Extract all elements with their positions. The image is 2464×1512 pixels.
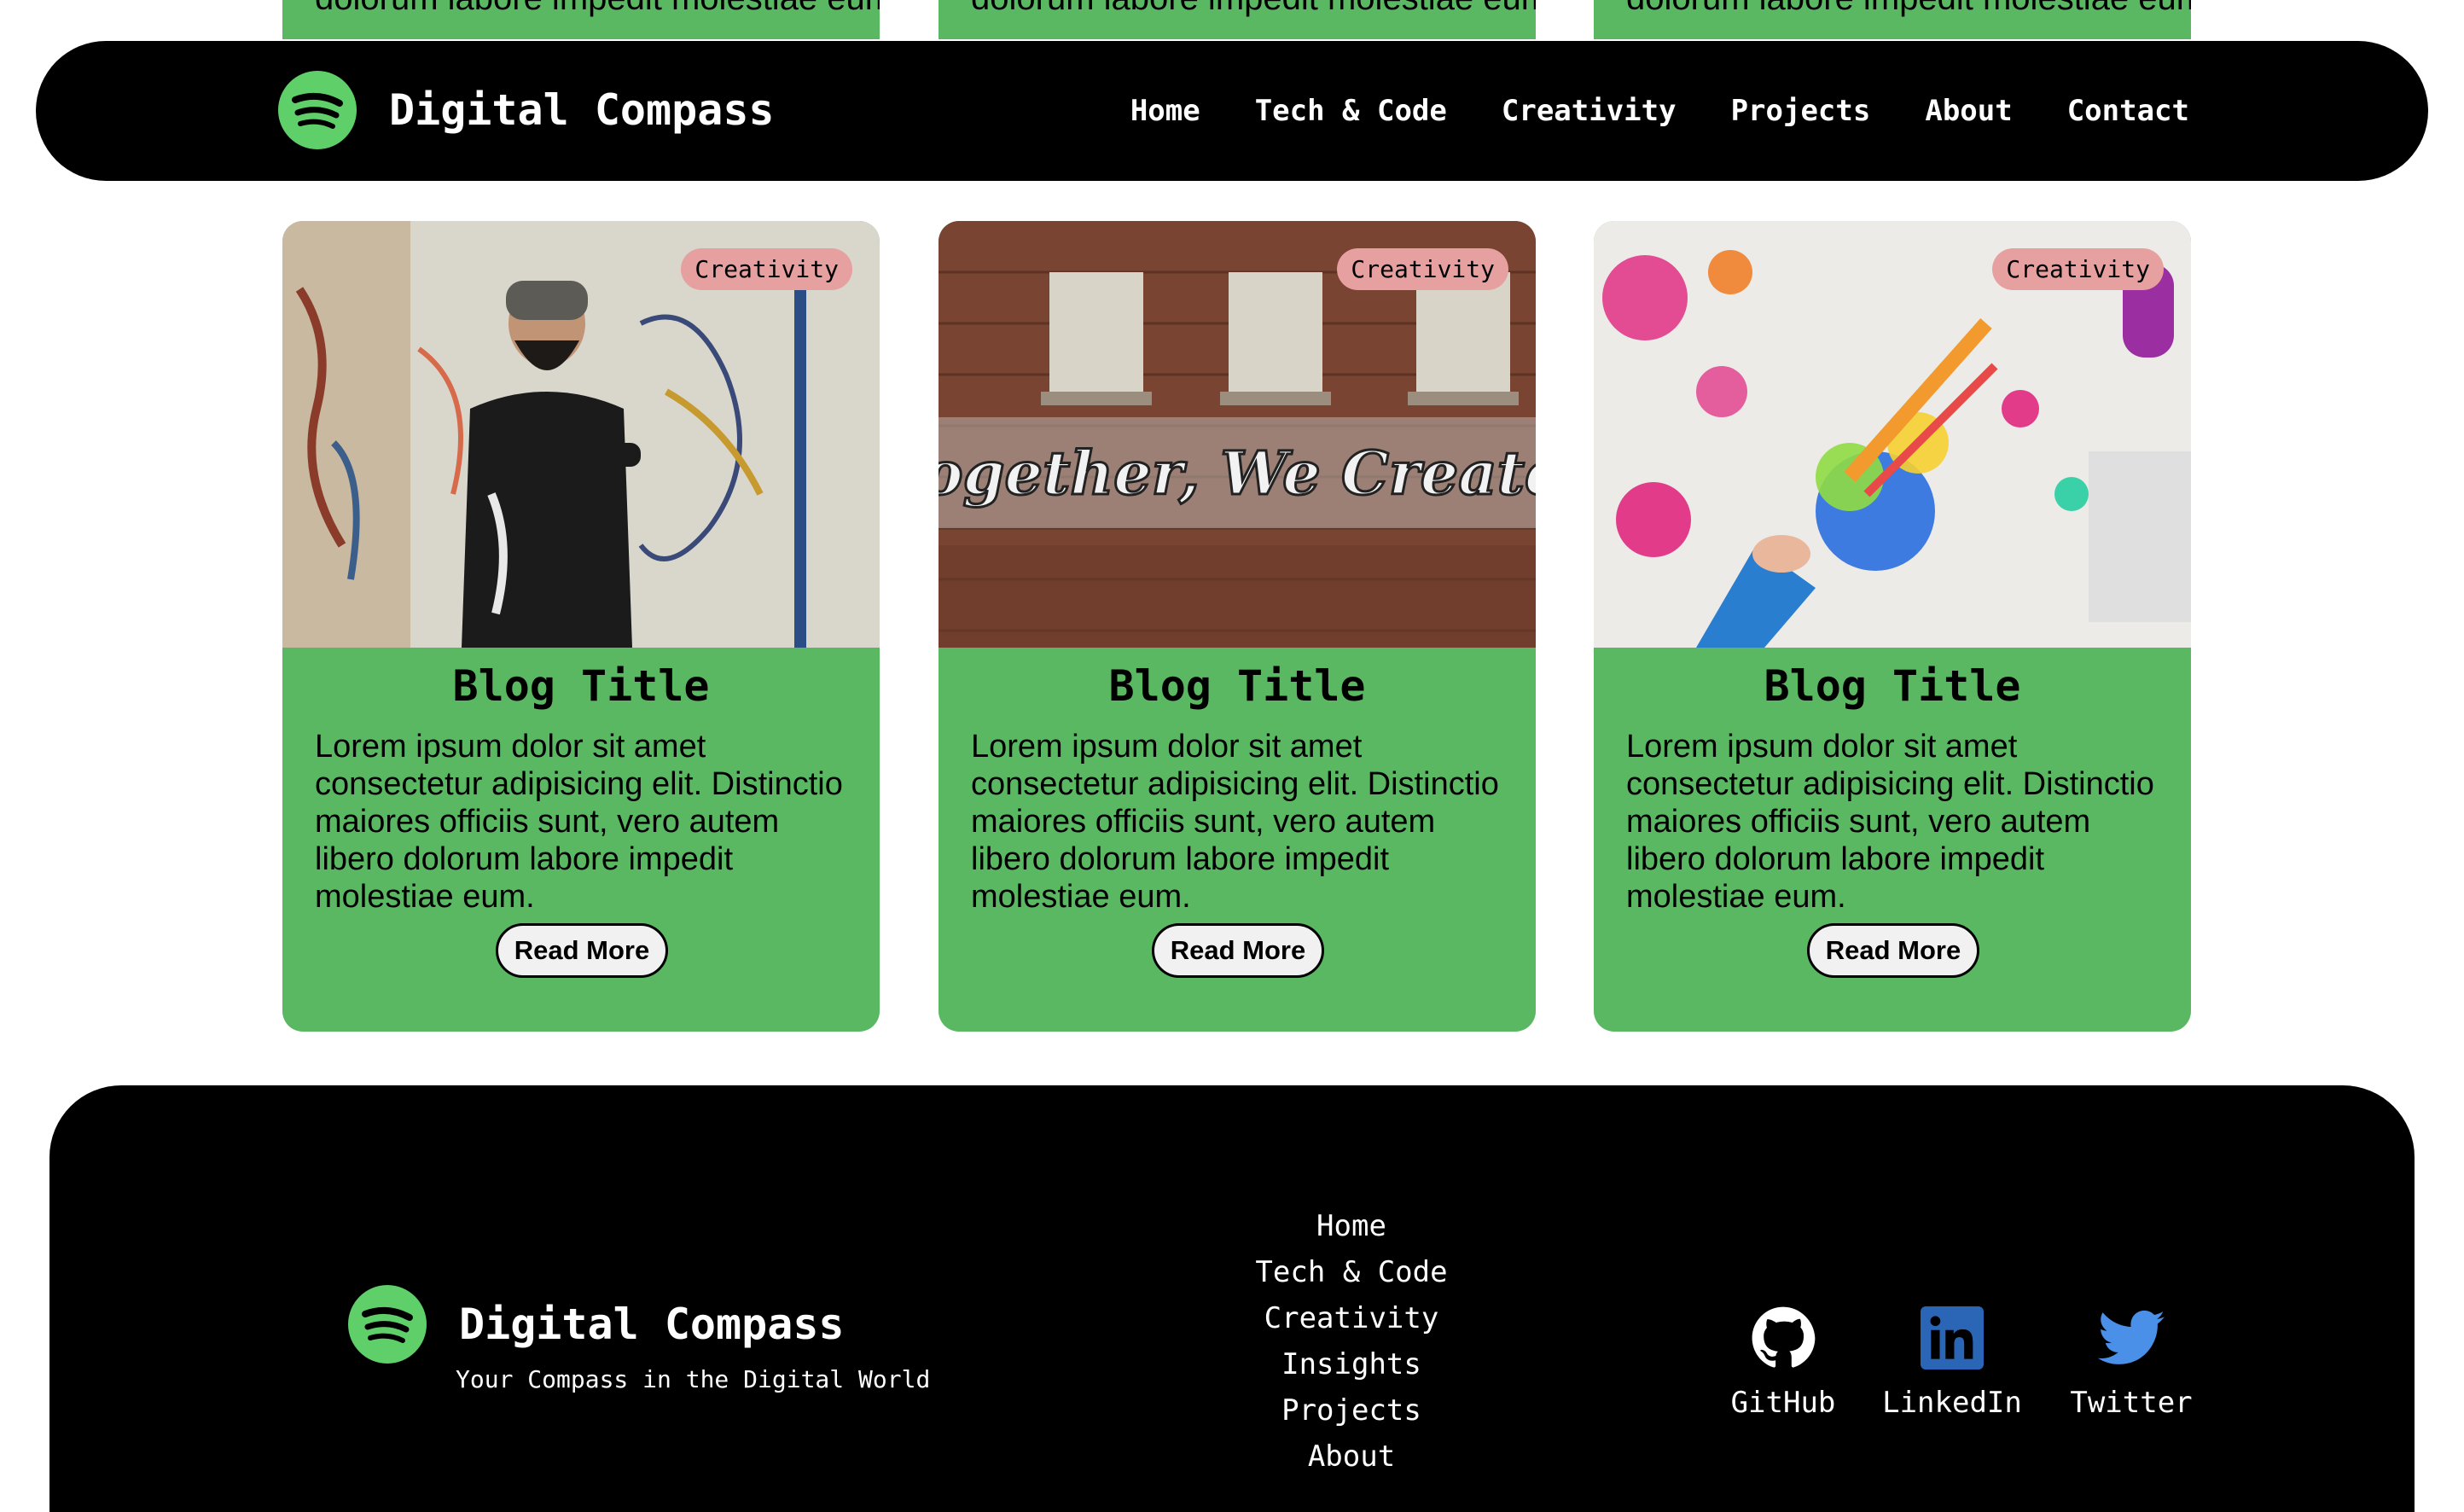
social-label: Twitter: [2070, 1386, 2193, 1420]
site-header: Digital Compass Home Tech & Code Creativ…: [36, 41, 2428, 181]
category-tag[interactable]: Creativity: [1992, 248, 2164, 290]
peek-text: dolorum labore impedit molestiae eum.: [315, 0, 880, 18]
peek-card-3: dolorum labore impedit molestiae eum.: [1594, 0, 2191, 39]
github-icon: [1752, 1306, 1816, 1368]
nav-tech-code[interactable]: Tech & Code: [1255, 94, 1447, 128]
social-label: LinkedIn: [1882, 1386, 2022, 1420]
nav-about[interactable]: About: [1925, 94, 2012, 128]
card-image: Creativity: [1594, 221, 2191, 648]
main-nav: Home Tech & Code Creativity Projects Abo…: [1130, 41, 2189, 181]
brand-name: Digital Compass: [389, 85, 775, 135]
site-footer: Digital Compass Your Compass in the Digi…: [49, 1085, 2415, 1512]
twitter-icon: [2098, 1310, 2165, 1364]
nav-creativity[interactable]: Creativity: [1502, 94, 1677, 128]
category-tag[interactable]: Creativity: [1337, 248, 1508, 290]
nav-home[interactable]: Home: [1130, 94, 1200, 128]
logo-icon: [348, 1285, 427, 1364]
social-github[interactable]: GitHub: [1706, 1304, 1860, 1420]
card-image: Creativity: [282, 221, 880, 648]
nav-contact[interactable]: Contact: [2067, 94, 2189, 128]
footer-link-creativity[interactable]: Creativity: [1181, 1295, 1522, 1341]
footer-link-projects[interactable]: Projects: [1181, 1387, 1522, 1433]
footer-link-insights[interactable]: Insights: [1181, 1341, 1522, 1387]
linkedin-icon: [1921, 1306, 1984, 1370]
peek-card-2: dolorum labore impedit molestiae eum.: [939, 0, 1536, 39]
card-title: Blog Title: [1764, 661, 2021, 711]
footer-link-about[interactable]: About: [1181, 1433, 1522, 1480]
card-title: Blog Title: [1108, 661, 1366, 711]
nav-projects[interactable]: Projects: [1731, 94, 1871, 128]
read-more-button[interactable]: Read More: [1152, 923, 1324, 978]
social-label: GitHub: [1730, 1386, 1836, 1420]
header-logo[interactable]: Digital Compass: [278, 71, 775, 149]
peek-text: dolorum labore impedit molestiae eum.: [1626, 0, 2191, 18]
card-excerpt: Lorem ipsum dolor sit amet consectetur a…: [315, 729, 843, 915]
social-twitter[interactable]: Twitter: [2046, 1304, 2217, 1420]
blog-card: Creativity Blog Title Lorem ipsum dolor …: [282, 221, 880, 1032]
card-excerpt: Lorem ipsum dolor sit amet consectetur a…: [971, 729, 1499, 915]
card-excerpt: Lorem ipsum dolor sit amet consectetur a…: [1626, 729, 2154, 915]
footer-tagline: Your Compass in the Digital World: [456, 1365, 931, 1393]
card-image: Together, We Create! Creativity: [939, 221, 1536, 648]
footer-logo[interactable]: Digital Compass: [348, 1285, 845, 1364]
footer-link-home[interactable]: Home: [1181, 1203, 1522, 1249]
footer-link-tech-code[interactable]: Tech & Code: [1181, 1249, 1522, 1295]
read-more-button[interactable]: Read More: [496, 923, 668, 978]
category-tag[interactable]: Creativity: [681, 248, 852, 290]
blog-card: Creativity Blog Title Lorem ipsum dolor …: [1594, 221, 2191, 1032]
footer-brand-name: Digital Compass: [459, 1300, 845, 1349]
card-title: Blog Title: [452, 661, 710, 711]
graffiti-text: Together, We Create!: [939, 438, 1536, 509]
read-more-button[interactable]: Read More: [1807, 923, 1979, 978]
footer-links: Home Tech & Code Creativity Insights Pro…: [1181, 1203, 1522, 1480]
logo-icon: [278, 71, 357, 149]
social-linkedin[interactable]: LinkedIn: [1867, 1304, 2037, 1420]
peek-text: dolorum labore impedit molestiae eum.: [971, 0, 1536, 18]
blog-card: Together, We Create! Creativity Blog Tit…: [939, 221, 1536, 1032]
peek-card-1: dolorum labore impedit molestiae eum.: [282, 0, 880, 39]
